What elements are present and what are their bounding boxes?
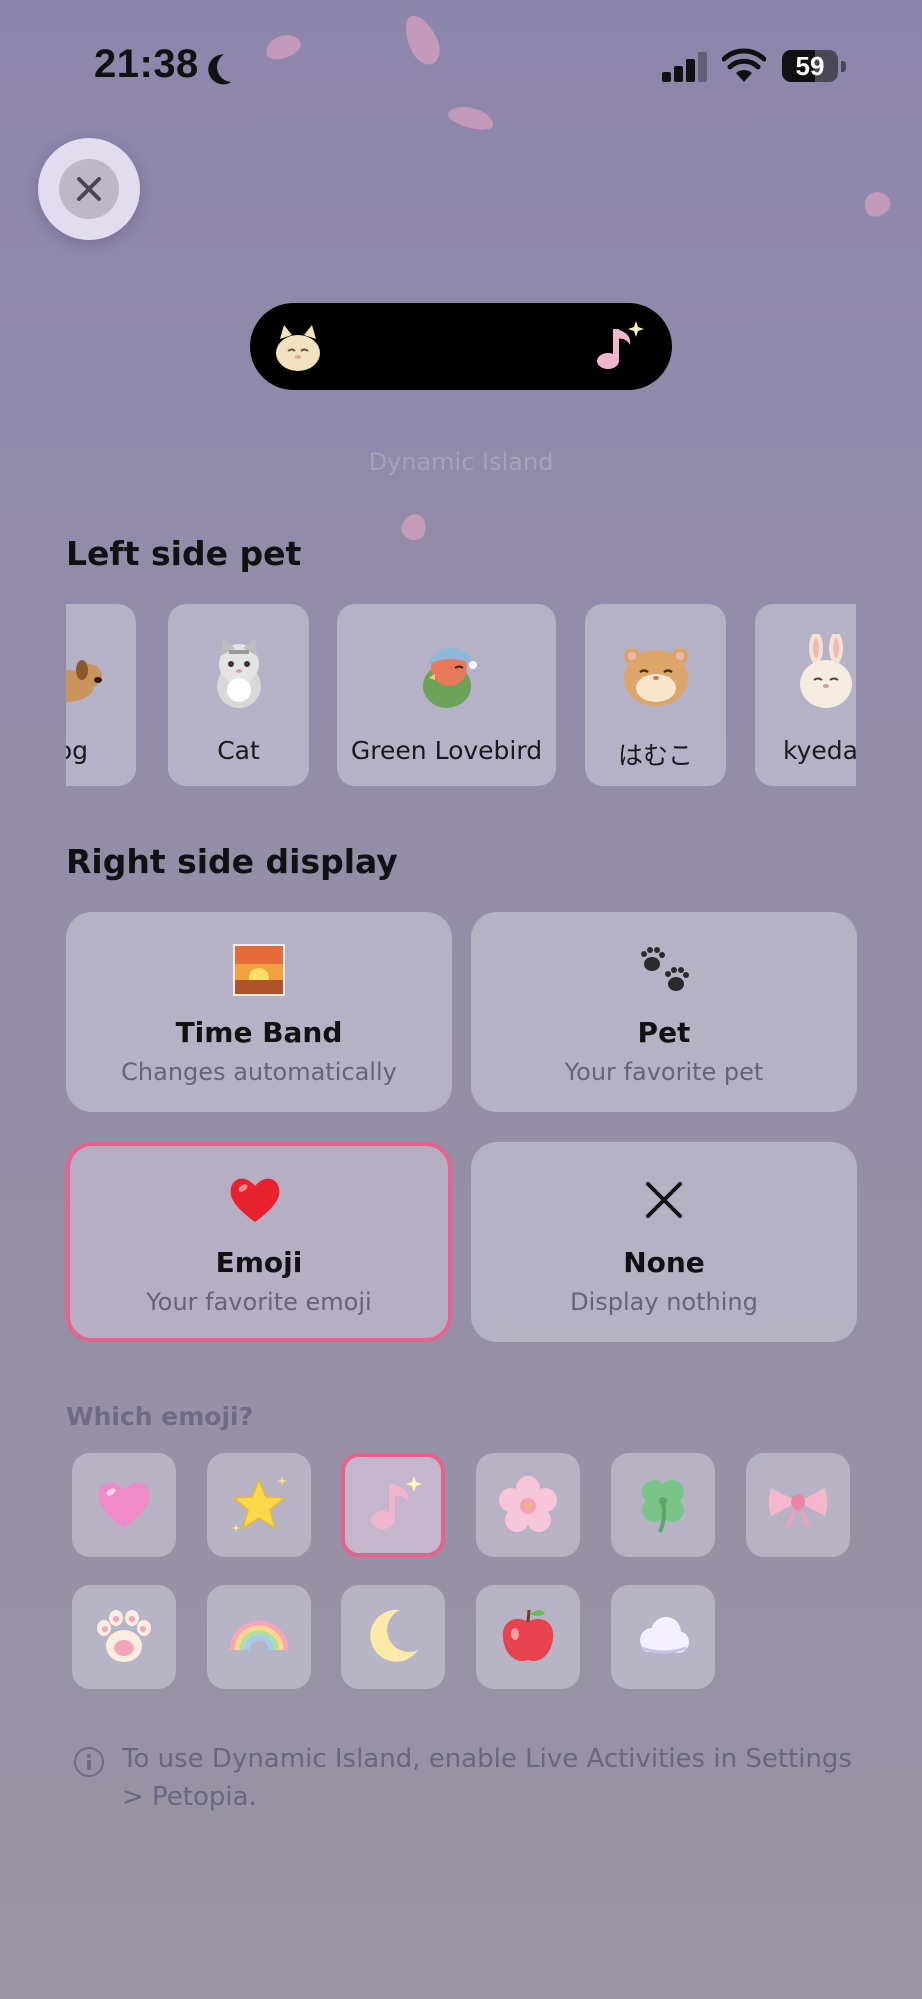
emoji-tile-star[interactable]: [207, 1453, 311, 1557]
option-subtitle: Your favorite emoji: [146, 1288, 372, 1316]
close-icon: [59, 159, 119, 219]
cherry-blossom-icon: [499, 1476, 557, 1532]
info-text: To use Dynamic Island, enable Live Activ…: [122, 1744, 852, 1812]
island-caption: Dynamic Island: [368, 448, 554, 476]
right-side-title: Right side display: [66, 842, 398, 881]
emoji-tile-cloud[interactable]: [611, 1585, 715, 1689]
close-button[interactable]: [38, 138, 140, 240]
pet-card-hamster[interactable]: はむこ: [585, 604, 726, 786]
dog-pet-icon: [66, 660, 102, 702]
pet-card-cat[interactable]: Cat: [168, 604, 309, 786]
pet-label: kyedac: [783, 736, 856, 765]
pink-heart-icon: [98, 1482, 150, 1528]
pet-card-dog[interactable]: og: [66, 604, 136, 786]
emoji-tile-pink-heart[interactable]: [72, 1453, 176, 1557]
pet-label: og: [66, 736, 88, 765]
rainbow-icon: [229, 1620, 289, 1651]
signal-icon: [662, 52, 708, 82]
paw-prints-icon: [641, 947, 689, 991]
emoji-tile-ribbon[interactable]: [746, 1453, 850, 1557]
music-note-icon: [597, 321, 644, 369]
option-subtitle: Display nothing: [570, 1288, 758, 1316]
hamster-pet-icon: [623, 648, 688, 706]
pet-label: はむこ: [617, 741, 693, 770]
battery-icon: 59: [782, 50, 838, 82]
cat-pet-icon: [216, 638, 261, 708]
x-icon: [646, 1182, 682, 1218]
pet-card-green-lovebird[interactable]: Green Lovebird: [337, 604, 556, 786]
pet-card-bunny[interactable]: kyedac: [755, 604, 856, 786]
info-icon: [74, 1747, 104, 1777]
wifi-icon: [722, 48, 766, 82]
which-emoji-label: Which emoji?: [66, 1402, 254, 1431]
option-subtitle: Changes automatically: [121, 1058, 397, 1086]
bunny-pet-icon: [799, 634, 852, 708]
emoji-tile-rainbow[interactable]: [207, 1585, 311, 1689]
status-time: 21:38: [94, 42, 199, 86]
option-title: None: [623, 1246, 705, 1279]
battery-cap: [841, 61, 846, 72]
clover-icon: [642, 1480, 684, 1533]
cloud-icon: [640, 1617, 689, 1654]
apple-icon: [502, 1609, 554, 1662]
battery-percent: 59: [795, 51, 825, 81]
heart-icon: [230, 1178, 280, 1222]
petal-decoration: [398, 510, 430, 544]
option-title: Emoji: [215, 1246, 303, 1279]
option-pet[interactable]: Pet Your favorite pet: [471, 912, 857, 1112]
emoji-tile-cherry-blossom[interactable]: [476, 1453, 580, 1557]
crescent-moon-icon: [370, 1609, 418, 1662]
lovebird-pet-icon: [422, 647, 477, 708]
option-time-band[interactable]: Time Band Changes automatically: [66, 912, 452, 1112]
paw-icon: [97, 1610, 151, 1662]
dynamic-island-preview: [250, 303, 672, 390]
music-note-icon: [371, 1476, 422, 1529]
pet-label: Cat: [217, 736, 260, 765]
cat-pet-icon: [276, 325, 320, 371]
option-title: Time Band: [175, 1016, 343, 1049]
petal-decoration: [859, 187, 895, 221]
pet-carousel[interactable]: og Cat Green Lovebird: [66, 604, 856, 786]
option-subtitle: Your favorite pet: [564, 1058, 764, 1086]
pet-label: Green Lovebird: [350, 736, 543, 765]
sunrise-icon: [233, 944, 285, 996]
status-bar: 21:38 59: [0, 0, 922, 140]
option-emoji[interactable]: Emoji Your favorite emoji: [66, 1142, 452, 1342]
option-title: Pet: [637, 1016, 691, 1049]
moon-icon: [214, 49, 251, 86]
star-icon: [232, 1476, 287, 1532]
ribbon-icon: [769, 1488, 827, 1528]
left-side-title: Left side pet: [66, 534, 302, 573]
emoji-tile-clover[interactable]: [611, 1453, 715, 1557]
emoji-tile-crescent-moon[interactable]: [341, 1585, 445, 1689]
emoji-tile-apple[interactable]: [476, 1585, 580, 1689]
option-none[interactable]: None Display nothing: [471, 1142, 857, 1342]
emoji-tile-paw[interactable]: [72, 1585, 176, 1689]
emoji-tile-music-note[interactable]: [341, 1453, 445, 1557]
